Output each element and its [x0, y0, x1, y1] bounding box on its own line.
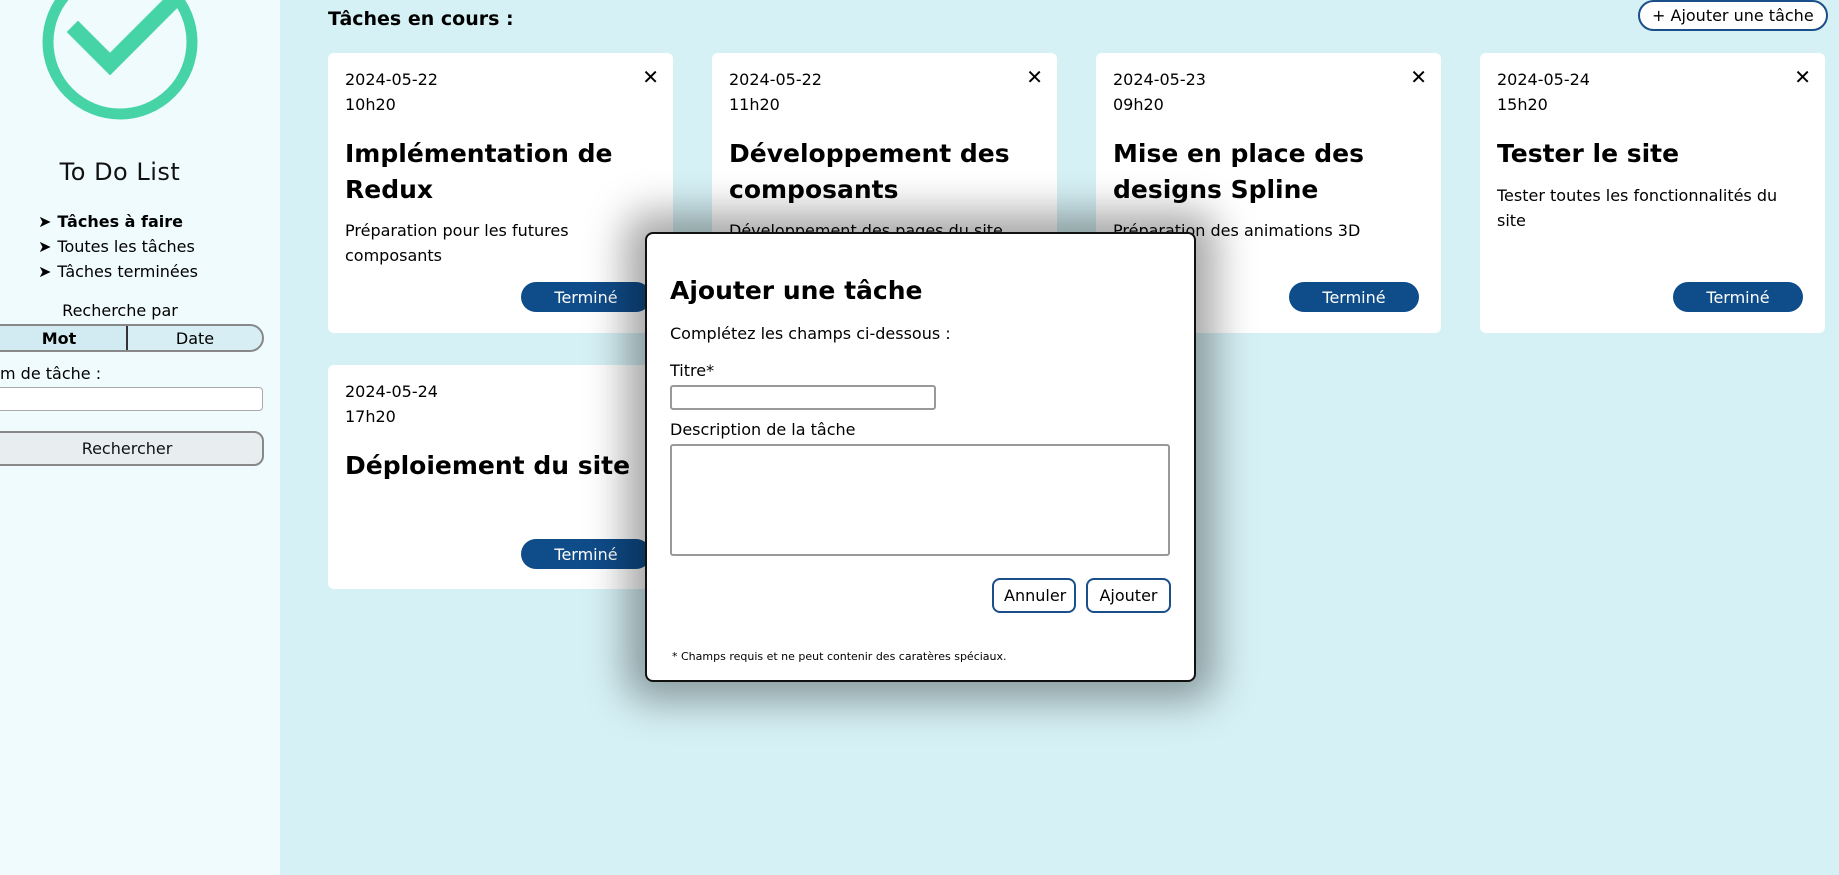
- task-date: 2024-05-23: [1113, 70, 1206, 89]
- task-description: Tester toutes les fonctionnalités du sit…: [1497, 186, 1778, 230]
- task-date: 2024-05-22: [345, 70, 438, 89]
- task-name-label: m de tâche :: [0, 364, 102, 383]
- nav-label: Toutes les tâches: [57, 237, 195, 256]
- nav-label: Tâches terminées: [57, 262, 198, 281]
- cancel-button[interactable]: Annuler: [992, 578, 1076, 613]
- nav-item-all-tasks[interactable]: ➤ Toutes les tâches: [38, 234, 198, 259]
- search-button[interactable]: Rechercher: [0, 431, 264, 466]
- task-title: Implémentation de Redux: [345, 139, 613, 204]
- task-time: 11h20: [729, 95, 780, 114]
- task-date: 2024-05-22: [729, 70, 822, 89]
- task-title: Déploiement du site: [345, 451, 631, 480]
- task-time: 10h20: [345, 95, 396, 114]
- mode-date-button[interactable]: Date: [128, 326, 262, 350]
- task-card: 2024-05-24 15h20 ✕ Tester le site Tester…: [1480, 53, 1825, 333]
- task-card: 2024-05-22 10h20 ✕ Implémentation de Red…: [328, 53, 673, 333]
- nav-item-tasks-todo[interactable]: ➤ Tâches à faire: [38, 209, 198, 234]
- done-button[interactable]: Terminé: [1673, 282, 1803, 312]
- sidebar: To Do List ➤ Tâches à faire ➤ Toutes les t…: [0, 0, 280, 875]
- search-by-label: Recherche par: [62, 301, 178, 320]
- required-note: * Champs requis et ne peut contenir des …: [672, 650, 1007, 663]
- description-label: Description de la tâche: [670, 420, 856, 439]
- sidebar-nav: ➤ Tâches à faire ➤ Toutes les tâches ➤ Tâch…: [38, 209, 198, 284]
- close-icon[interactable]: ✕: [1410, 65, 1427, 89]
- task-title: Mise en place des designs Spline: [1113, 139, 1364, 204]
- nav-item-completed-tasks[interactable]: ➤ Tâches terminées: [38, 259, 198, 284]
- task-date: 2024-05-24: [345, 382, 438, 401]
- task-time: 15h20: [1497, 95, 1548, 114]
- arrow-icon: ➤: [38, 212, 52, 231]
- modal-title: Ajouter une tâche: [670, 276, 923, 305]
- task-description: Préparation pour les futures composants: [345, 221, 569, 265]
- app-title: To Do List: [59, 158, 181, 186]
- nav-label: Tâches à faire: [57, 212, 184, 231]
- search-mode-toggle: Mot Date: [0, 324, 264, 352]
- check-circle-icon: [42, 0, 198, 120]
- title-input[interactable]: [670, 385, 936, 410]
- task-title: Développement des composants: [729, 139, 1010, 204]
- add-task-button[interactable]: + Ajouter une tâche: [1638, 0, 1828, 31]
- done-button[interactable]: Terminé: [521, 539, 651, 569]
- done-button[interactable]: Terminé: [1289, 282, 1419, 312]
- add-task-modal: Ajouter une tâche Complétez les champs c…: [645, 232, 1196, 682]
- task-card: 2024-05-24 17h20 ✕ Déploiement du site T…: [328, 365, 673, 589]
- task-time: 17h20: [345, 407, 396, 426]
- modal-subtitle: Complétez les champs ci-dessous :: [670, 324, 951, 343]
- close-icon[interactable]: ✕: [1794, 65, 1811, 89]
- close-icon[interactable]: ✕: [642, 65, 659, 89]
- add-button[interactable]: Ajouter: [1086, 578, 1171, 613]
- title-label: Titre*: [670, 361, 715, 380]
- task-title: Tester le site: [1497, 139, 1680, 168]
- task-name-input[interactable]: [0, 387, 263, 411]
- arrow-icon: ➤: [38, 237, 52, 256]
- mode-word-button[interactable]: Mot: [0, 326, 128, 350]
- task-time: 09h20: [1113, 95, 1164, 114]
- section-title: Tâches en cours :: [328, 8, 514, 30]
- arrow-icon: ➤: [38, 262, 52, 281]
- done-button[interactable]: Terminé: [521, 282, 651, 312]
- description-textarea[interactable]: [670, 444, 1170, 556]
- task-date: 2024-05-24: [1497, 70, 1590, 89]
- close-icon[interactable]: ✕: [1026, 65, 1043, 89]
